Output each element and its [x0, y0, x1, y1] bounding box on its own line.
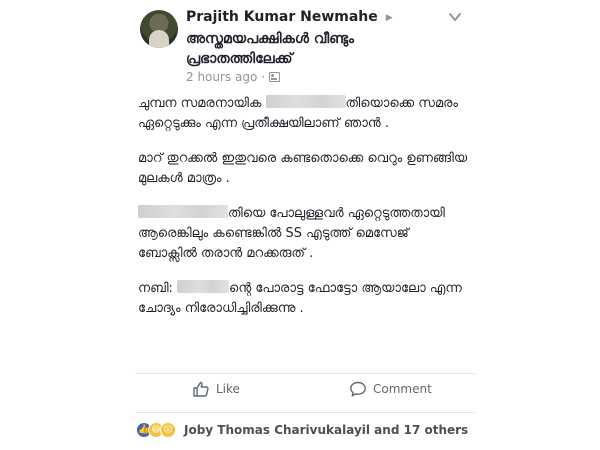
timestamp[interactable]: 2 hours ago [186, 70, 257, 84]
chevron-down-icon[interactable] [447, 10, 463, 24]
like-label: Like [216, 382, 240, 396]
meta-separator: · [261, 70, 266, 84]
post-paragraph: മാറ് തുറക്കൽ ഇതുവരെ കണ്ടതൊക്കെ വെറും ഉണങ… [138, 149, 468, 189]
comment-label: Comment [373, 382, 432, 396]
divider [135, 373, 475, 374]
post-body: ചുമ്പന സമരനായിക തിയൊക്കെ സമരം ഏറ്റെടുക്ക… [138, 94, 468, 334]
comment-button[interactable]: Comment [349, 380, 432, 398]
redacted-name [265, 95, 346, 108]
group-name[interactable]: അസ്തമയപക്ഷികൾ വീണ്ടും പ്രഭാതത്തിലേക്ക് [186, 29, 456, 69]
redacted-name [177, 280, 230, 293]
post-text: മാറ് തുറക്കൽ ഇതുവരെ കണ്ടതൊക്കെ വെറും ഉണങ… [138, 151, 468, 186]
reactions-summary[interactable]: 👍 😆 😮 Joby Thomas Charivukalayil and 17 … [136, 422, 468, 438]
redacted-name [138, 205, 228, 218]
speech-bubble-icon [350, 381, 366, 397]
reaction-names[interactable]: Joby Thomas Charivukalayil and 17 others [184, 423, 468, 437]
author-name[interactable]: Prajith Kumar Newmahe [186, 9, 378, 25]
like-button[interactable]: Like [192, 380, 240, 398]
post-text: നബി: [138, 281, 178, 296]
wow-reaction-icon: 😮 [160, 422, 176, 438]
post-meta: 2 hours ago · [186, 70, 281, 84]
post-paragraph: തിയെ പോലുള്ളവർ ഏറ്റെടുത്തതായി ആരെങ്കിലും… [138, 204, 468, 264]
post-paragraph: നബി: ന്റെ പോരാട്ട ഫോട്ടോ ആയാലോ എന്ന ചോദ്… [138, 279, 468, 319]
facebook-post: Prajith Kumar Newmahe ▶ അസ്തമയപക്ഷികൾ വീ… [0, 0, 600, 450]
avatar[interactable] [140, 10, 178, 48]
post-header: Prajith Kumar Newmahe ▶ [186, 9, 393, 25]
arrow-right-icon: ▶ [385, 13, 393, 23]
thumbs-up-icon [193, 381, 209, 397]
post-paragraph: ചുമ്പന സമരനായിക തിയൊക്കെ സമരം ഏറ്റെടുക്ക… [138, 94, 468, 134]
post-text: ചുമ്പന സമരനായിക [138, 96, 266, 111]
public-group-icon [269, 72, 281, 82]
divider [135, 412, 475, 413]
